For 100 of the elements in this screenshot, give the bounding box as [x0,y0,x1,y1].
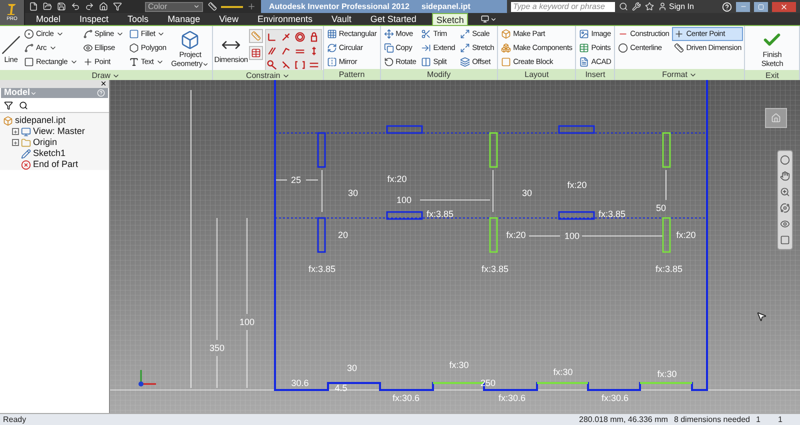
navigation-tool[interactable] [780,203,790,213]
ribbon-tab[interactable]: Manage [164,13,204,25]
scissors-icon [421,29,432,39]
ribbon-tab[interactable]: Model [33,13,64,25]
ribbon-tab[interactable]: Vault [328,13,354,25]
driven-dimension-icon [674,43,684,53]
dimension-label: 100 [239,317,255,327]
dimension-label: 30.6 [291,378,309,388]
group-label[interactable]: Constrain [213,70,323,81]
help-icon [97,89,105,97]
auto-dimension-button[interactable] [248,29,263,43]
constraint-button[interactable] [266,58,279,71]
expand-toggle[interactable] [12,139,19,146]
quick-access-button[interactable] [43,2,52,11]
cursor-coordinates: 280.018 mm, 46.336 mm [578,414,669,425]
mouse-pointer-icon [756,311,767,322]
restore-button[interactable] [754,2,768,12]
split-icon [421,57,432,67]
ribbon-tab[interactable]: Inspect [76,13,112,25]
slot-outline [489,132,498,168]
navigation-tool[interactable] [780,171,790,181]
tree-item[interactable]: sidepanel.ipt [3,115,109,126]
group-label[interactable]: Draw [0,70,212,81]
offset-icon [460,57,470,67]
ribbon-tab[interactable]: View [216,13,242,25]
filter-icon [4,100,13,110]
orbit-icon [780,203,790,213]
tree-item[interactable]: End of Part [3,159,109,170]
slot-outline [386,125,423,134]
ribbon-tab[interactable]: Tools [124,13,152,25]
close-icon [780,2,788,10]
style-dropdown[interactable]: Color [145,2,203,12]
close-icon[interactable] [100,80,107,87]
help-button[interactable] [722,2,732,12]
plus-icon [13,128,18,134]
dimension-label: fx:3.85 [308,264,336,274]
dimension-label: 30 [522,188,532,198]
minimize-button[interactable] [736,2,750,12]
constraint-icon [267,60,278,70]
dimension-label: fx:20 [387,174,407,184]
new-file-icon [29,2,38,11]
ribbon-tab[interactable]: Environments [254,13,316,25]
group-label[interactable]: Exit [745,70,799,81]
toolbar-button[interactable] [645,2,654,11]
quick-access-button[interactable] [85,2,94,11]
sketch-canvas[interactable]: 25 fx:20 fx:20 30 30 100 50 fx:3.85 fx:3.85 20 fx:20 100 fx:20 fx:3.85 fx:3.85 fx:3.85 100 350 30 fx:30 fx:30 fx:30 30.6 250 4.5 fx:30.6 fx:30.6 fx:30.6 [110,80,800,413]
group-label[interactable]: Layout [498,69,576,80]
move-icon [384,29,394,39]
workspace-button[interactable] [480,13,497,25]
constraint-button[interactable] [294,30,307,43]
quick-access-button[interactable] [99,2,108,11]
close-button[interactable] [772,2,796,12]
quick-access-button[interactable] [113,2,122,11]
zoom-icon [780,187,790,197]
group-label[interactable]: Pattern [324,69,380,80]
parameters-button[interactable] [208,2,217,11]
open-folder-icon [43,2,52,11]
minimize-icon [740,3,746,10]
grid-pattern-icon [326,29,337,39]
search-field[interactable]: Type a keyword or phrase [511,2,615,12]
dimension-label: 350 [209,343,225,353]
toolbar-button[interactable] [632,2,641,11]
caret-icon [30,90,37,96]
ruler-icon [208,2,217,11]
tree-item[interactable]: Sketch1 [3,148,109,159]
points-icon [579,43,590,53]
navigation-tool[interactable] [780,219,790,229]
dimension-label: 30 [347,363,357,373]
quick-access-button[interactable] [29,2,38,11]
sign-in-button[interactable]: Sign In [658,0,718,12]
dimension-label: 50 [656,203,666,213]
group-label[interactable]: Insert [576,69,614,80]
expand-toggle[interactable] [12,128,19,135]
group-label[interactable]: Modify [380,69,498,80]
line-icon [1,34,21,54]
slot-outline [489,217,498,253]
arc-icon [24,43,34,53]
i-logo-icon [6,3,18,16]
part-icon [3,116,13,126]
view-icon [21,126,31,136]
tree-item[interactable]: View: Master [3,126,109,137]
navigation-tool[interactable] [780,187,790,197]
line-weight-icon [221,6,243,8]
dimension-label: fx:20 [676,230,696,240]
constraint-icon [267,46,278,56]
dimension-label: 100 [396,195,412,205]
filter-button[interactable] [4,100,13,110]
quick-access-button[interactable] [71,2,80,11]
show-constraints-button[interactable] [248,46,263,60]
constraint-button[interactable] [294,58,307,71]
ribbon-tab[interactable]: Sketch [432,13,468,25]
tree-item[interactable]: Origin [3,137,109,148]
monitor-icon [480,15,489,23]
group-label[interactable]: Format [615,69,744,80]
quick-access-button[interactable] [57,2,66,11]
ribbon-tab[interactable]: Get Started [367,13,420,25]
help-icon [722,2,732,12]
redo-icon [85,2,94,11]
mirror-icon [326,57,337,67]
scale-icon [460,29,470,39]
